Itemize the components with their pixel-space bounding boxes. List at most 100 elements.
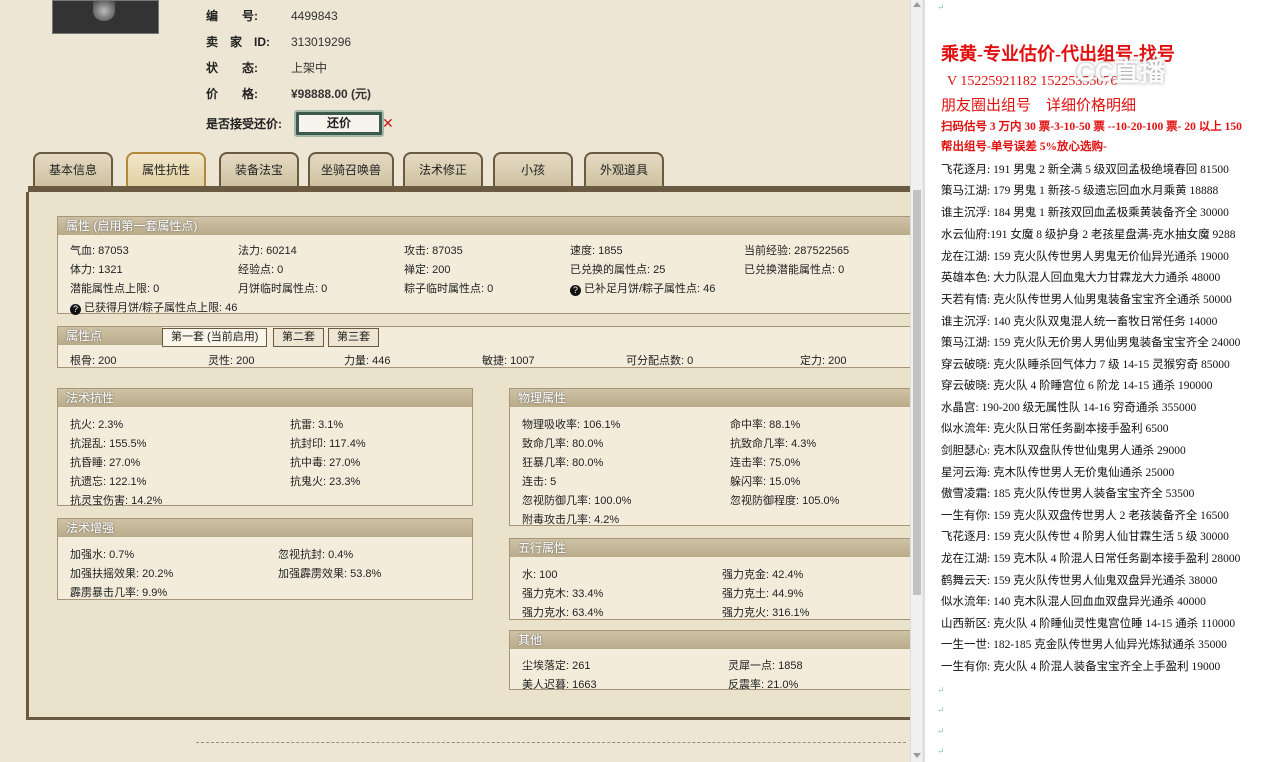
doc-line2: 朋友圈出组号 详细价格明细 [941, 98, 1137, 114]
doc-entry: 穿云破晓: 克火队睡杀回气体力 7 级 14-15 灵猴穷奇 85000 [941, 359, 1230, 371]
tab-children[interactable]: 小孩 [493, 152, 573, 186]
attributes-box: 属性 (启用第一套属性点) 气血: 87053 法力: 60214 攻击: 87… [57, 216, 910, 315]
item-id-value: 4499843 [291, 9, 338, 23]
vertical-scrollbar[interactable] [910, 0, 922, 762]
seller-label: 卖 家 ID: [206, 35, 270, 49]
price-label: 价 格: [206, 87, 258, 101]
tab-equipment[interactable]: 装备法宝 [219, 152, 299, 186]
price-row: 价 格: ¥98888.00 (元) [206, 85, 371, 103]
element-vs-water: 强力克水: 63.4% [522, 607, 604, 619]
attr-exp-points: 经验点: 0 [238, 264, 284, 276]
doc-entry: 水晶宫: 190-200 级无属性队 14-16 穷奇通杀 355000 [941, 402, 1197, 414]
paragraph-mark: ↵ [937, 685, 945, 695]
phys-ignore-def-rate: 忽视防御几率: 100.0% [522, 495, 632, 507]
close-icon[interactable]: ✕ [382, 115, 394, 132]
item-id-label: 编 号: [206, 9, 258, 23]
enhance-fuyao: 加强扶摇效果: 20.2% [70, 568, 174, 580]
attr-exchanged-potential: 已兑换潜能属性点: 0 [744, 264, 845, 276]
doc-entry: 鹤舞云天: 159 克火队传世男人仙鬼双盘异光通杀 38000 [941, 575, 1218, 587]
points-set-2-tab[interactable]: 第二套 [273, 328, 324, 347]
scroll-up-icon[interactable] [913, 2, 921, 7]
doc-entry: 飞花逐月: 159 克火队传世 4 阶男人仙甘霖生活 5 级 30000 [941, 531, 1229, 543]
resist-thunder: 抗雷: 3.1% [290, 419, 344, 431]
doc-entry: 水云仙府:191 女魔 8 级护身 2 老孩星盘满-克水抽女魔 9288 [941, 229, 1236, 241]
enhance-pili-crit: 霹雳暴击几率: 9.9% [70, 587, 168, 599]
resist-sleep: 抗昏睡: 27.0% [70, 457, 141, 469]
points-set-1-tab[interactable]: 第一套 (当前启用) [162, 328, 268, 347]
tab-attributes[interactable]: 属性抗性 [126, 152, 206, 186]
attr-stamina: 体力: 1321 [70, 264, 123, 276]
attr-exchanged: 已兑换的属性点: 25 [570, 264, 666, 276]
phys-absorb: 物理吸收率: 106.1% [522, 419, 621, 431]
doc-entry: 穿云破晓: 克火队 4 阶睡宫位 6 阶龙 14-15 通杀 190000 [941, 380, 1213, 392]
stream-watermark: CC直播 [1076, 57, 1166, 87]
status-row: 状 态: 上架中 [206, 59, 327, 77]
resist-seal: 抗封印: 117.4% [290, 438, 366, 450]
attr-obtained-limit-text: 已获得月饼/粽子属性点上限: 46 [84, 302, 238, 314]
resist-treasure: 抗灵宝伤害: 14.2% [70, 495, 163, 507]
doc-entry: 一生有你: 159 克火队双盘传世男人 2 老孩装备齐全 16500 [941, 510, 1229, 522]
doc-line3: 扫码估号 3 万内 30 票-3-10-50 票 --10-20-100 票- … [941, 121, 1242, 133]
points-focus: 定力: 200 [800, 355, 847, 367]
item-id-row: 编 号: 4499843 [206, 7, 338, 25]
character-avatar [52, 0, 159, 34]
resist-poison: 抗中毒: 27.0% [290, 457, 361, 469]
doc-entry: 天若有情: 克火队传世男人仙男鬼装备宝宝齐全通杀 50000 [941, 294, 1232, 306]
tab-mounts-summons[interactable]: 坐骑召唤兽 [308, 152, 394, 186]
points-free: 可分配点数: 0 [626, 355, 694, 367]
attr-potential-limit: 潜能属性点上限: 0 [70, 283, 160, 295]
doc-entry: 一生有你: 克火队 4 阶混人装备宝宝齐全上手盈利 19000 [941, 661, 1221, 673]
points-constitution: 根骨: 200 [70, 355, 117, 367]
doc-entry: 山西新区: 克火队 4 阶睡仙灵性鬼宫位睡 14-15 通杀 110000 [941, 618, 1236, 630]
attr-filled-text: 已补足月饼/粽子属性点: 46 [584, 283, 716, 295]
document-margin [923, 0, 925, 762]
scrollbar-thumb[interactable] [913, 190, 921, 595]
other-box: 其他 尘埃落定: 261 灵犀一点: 1858 美人迟暮: 1663 反震率: … [509, 630, 910, 691]
points-set-3-tab[interactable]: 第三套 [328, 328, 379, 347]
paragraph-mark: ↵ [937, 726, 945, 736]
physical-title: 物理属性 [510, 389, 910, 407]
help-icon[interactable]: ? [70, 304, 81, 315]
resist-forget: 抗遗忘: 122.1% [70, 476, 147, 488]
spell-enhance-box: 法术增强 加强水: 0.7% 忽视抗封: 0.4% 加强扶摇效果: 20.2% … [57, 518, 473, 600]
elements-box: 五行属性 水: 100 强力克金: 42.4% 强力克木: 33.4% 强力克土… [509, 538, 910, 620]
seller-value: 313019296 [291, 35, 352, 49]
paragraph-mark: ↵ [937, 705, 945, 715]
doc-entry: 谁主沉浮: 184 男鬼 1 新孩双回血孟极乘黄装备齐全 30000 [941, 207, 1229, 219]
status-value: 上架中 [291, 61, 328, 75]
tab-basic-info[interactable]: 基本信息 [33, 152, 113, 186]
other-beauty: 美人迟暮: 1663 [522, 679, 597, 691]
element-water: 水: 100 [522, 569, 558, 581]
paragraph-mark: ↵ [937, 2, 945, 12]
doc-entry: 英雄本色: 大力队混人回血鬼大力甘霖龙大力通杀 48000 [941, 272, 1221, 284]
other-lingxi: 灵犀一点: 1858 [728, 660, 803, 672]
scroll-down-icon[interactable] [913, 753, 921, 758]
tab-bar: 基本信息 属性抗性 装备法宝 坐骑召唤兽 法术修正 小孩 外观道具 [33, 152, 910, 186]
dashed-divider [196, 742, 906, 743]
doc-entry: 龙在江湖: 159 克木队 4 阶混人日常任务副本接手盈利 28000 [941, 553, 1241, 565]
points-strength: 力量: 446 [344, 355, 391, 367]
element-vs-metal: 强力克金: 42.4% [722, 569, 804, 581]
enhance-water: 加强水: 0.7% [70, 549, 135, 561]
points-box: 属性点 第一套 (当前启用) 第二套 第三套 根骨: 200 灵性: 200 力… [57, 326, 910, 368]
attributes-title: 属性 (启用第一套属性点) [58, 217, 910, 235]
phys-hit: 命中率: 88.1% [730, 419, 801, 431]
phys-poison-attack: 附毒攻击几率: 4.2% [522, 514, 620, 526]
haggle-button[interactable]: 还价 [294, 110, 384, 137]
points-agility: 敏捷: 1007 [482, 355, 535, 367]
doc-entry: 飞花逐月: 191 男鬼 2 新全满 5 级双回孟极绝境春回 81500 [941, 164, 1229, 176]
haggle-label: 是否接受还价: [206, 117, 282, 131]
tab-appearance[interactable]: 外观道具 [584, 152, 664, 186]
resist-chaos: 抗混乱: 155.5% [70, 438, 147, 450]
element-vs-earth: 强力克土: 44.9% [722, 588, 804, 600]
tab-spell-modify[interactable]: 法术修正 [403, 152, 483, 186]
document-pane: ↵ 乘黄-专业估价-代出组号-找号 V 15225921182 15225355… [923, 0, 1280, 762]
price-value: ¥98888.00 (元) [291, 87, 372, 101]
spell-resist-box: 法术抗性 抗火: 2.3% 抗雷: 3.1% 抗混乱: 155.5% 抗封印: … [57, 388, 473, 507]
attr-speed: 速度: 1855 [570, 245, 623, 257]
help-icon[interactable]: ? [570, 285, 581, 296]
phys-crit: 致命几率: 80.0% [522, 438, 604, 450]
doc-entry: 似水流年: 克火队日常任务副本接手盈利 6500 [941, 423, 1169, 435]
paragraph-mark: ↵ [937, 746, 945, 756]
doc-entry: 策马江湖: 179 男鬼 1 新孩-5 级遗忘回血水月乘黄 18888 [941, 185, 1219, 197]
